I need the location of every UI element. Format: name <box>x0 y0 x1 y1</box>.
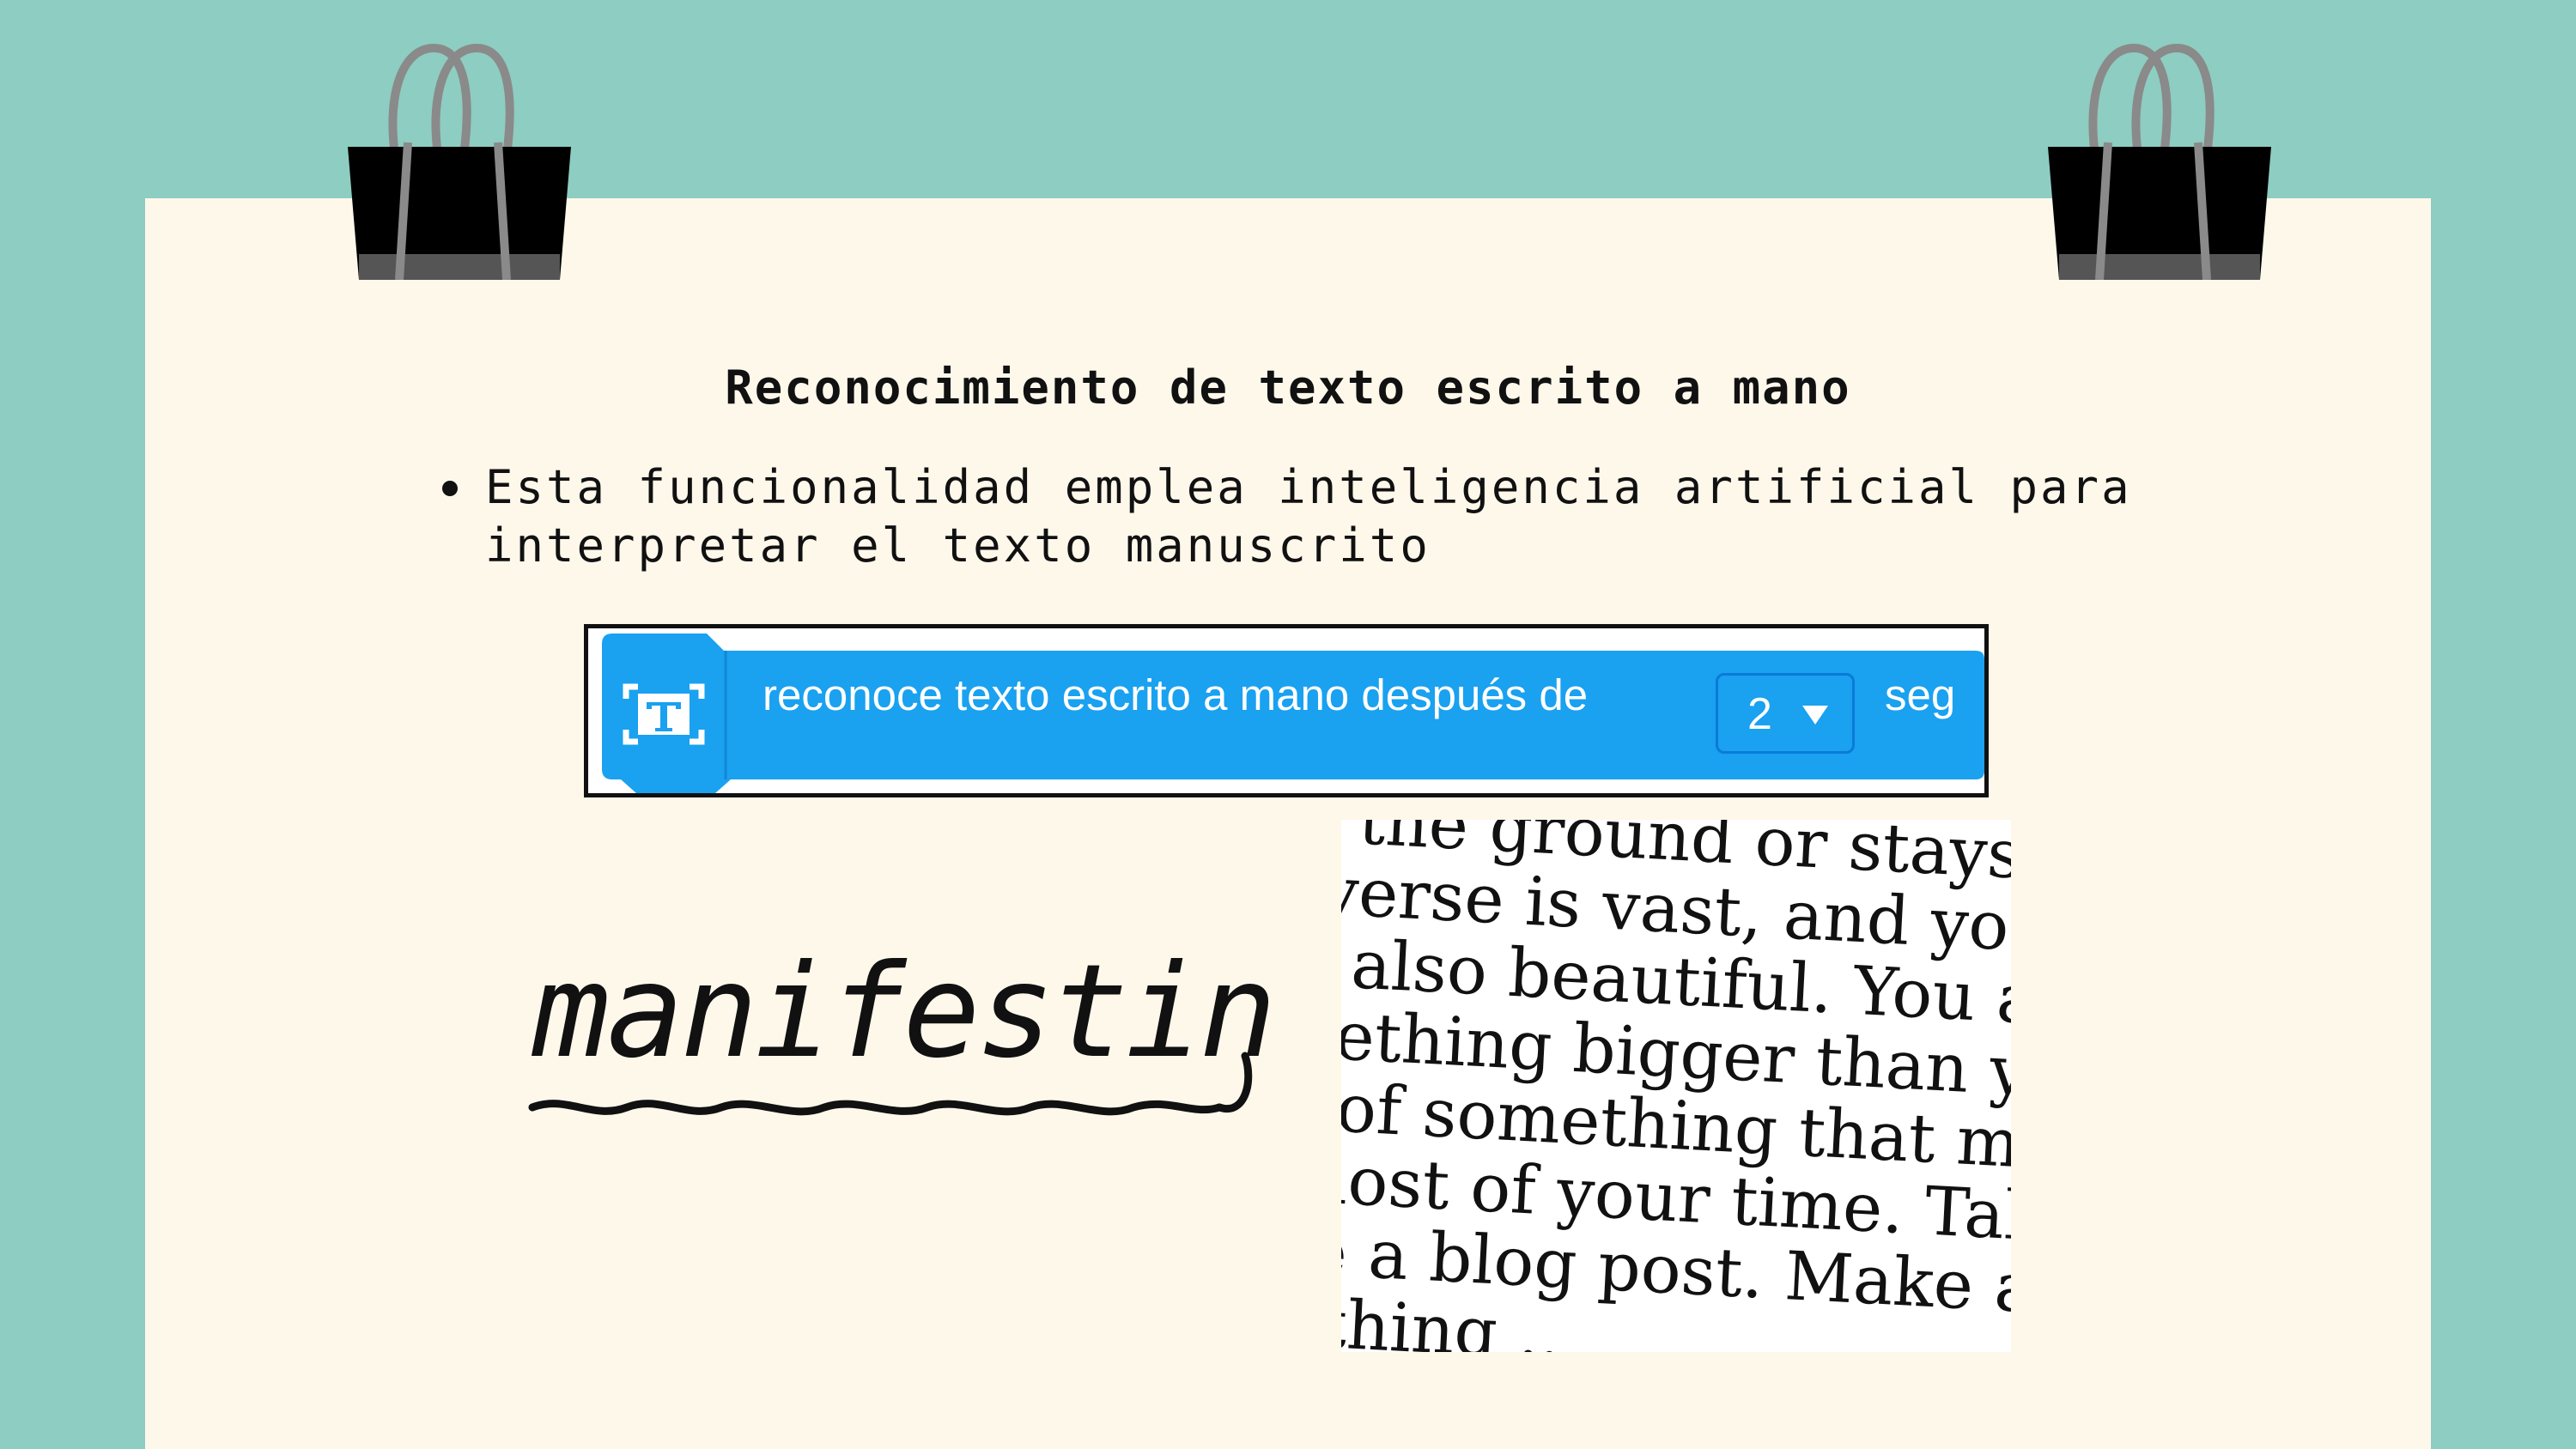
bullet-text: Esta funcionalidad emplea inteligencia a… <box>485 460 2132 573</box>
bullet-dot-icon <box>442 481 458 496</box>
code-block-frame: reconoce texto escrito a mano después de… <box>584 624 1989 797</box>
dropdown-arrow-icon <box>1802 706 1828 724</box>
handwriting-text: manifesting <box>531 944 1271 1087</box>
handwriting-sample: manifesting <box>528 944 1271 1116</box>
text-recognition-icon <box>623 683 705 745</box>
binder-clip-left-icon <box>348 43 571 280</box>
code-block-unit: seg <box>1885 670 1956 719</box>
printed-text-lines: s the ground or stays iverse is vast, an… <box>1341 820 2011 1352</box>
code-block-label: reconoce texto escrito a mano después de <box>762 670 1589 719</box>
slide-title: Reconocimiento de texto escrito a mano <box>725 361 1851 415</box>
seconds-dropdown-value: 2 <box>1747 689 1772 739</box>
binder-clip-right-icon <box>2048 43 2271 280</box>
printed-text-sample: s the ground or stays iverse is vast, an… <box>1341 820 2011 1352</box>
seconds-dropdown[interactable]: 2 <box>1716 673 1855 754</box>
